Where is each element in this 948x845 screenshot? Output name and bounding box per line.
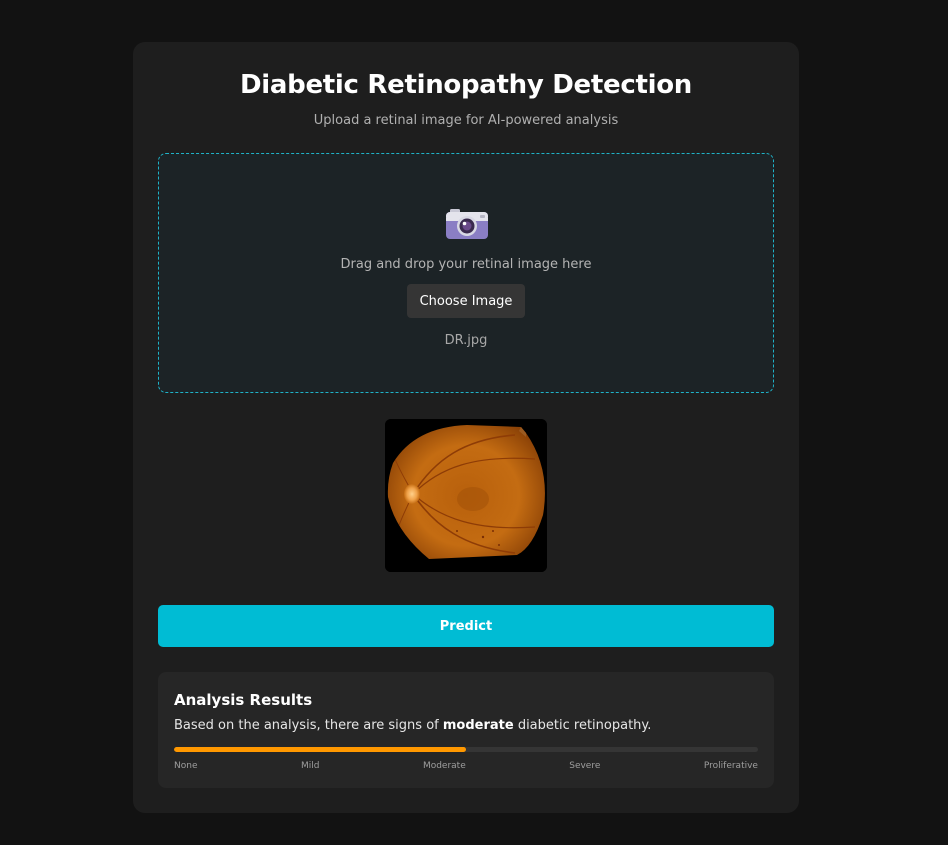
predict-button[interactable]: Predict bbox=[158, 605, 774, 647]
results-summary-prefix: Based on the analysis, there are signs o… bbox=[174, 718, 443, 733]
results-summary: Based on the analysis, there are signs o… bbox=[174, 718, 651, 733]
main-card: Diabetic Retinopathy Detection Upload a … bbox=[133, 42, 799, 813]
selected-filename: DR.jpg bbox=[444, 333, 488, 348]
severity-bar-fill bbox=[174, 747, 466, 752]
retinal-image-preview bbox=[385, 419, 547, 572]
scale-label-moderate: Moderate bbox=[422, 761, 466, 771]
choose-image-button[interactable]: Choose Image bbox=[407, 284, 525, 318]
scale-label-proliferative: Proliferative bbox=[703, 761, 758, 771]
scale-label-mild: Mild bbox=[300, 761, 320, 771]
results-summary-suffix: diabetic retinopathy. bbox=[513, 718, 652, 733]
scale-label-none: None bbox=[174, 761, 198, 771]
dropzone-instruction: Drag and drop your retinal image here bbox=[340, 257, 592, 272]
retinal-fundus-image bbox=[385, 419, 547, 572]
analysis-results-panel: Analysis Results Based on the analysis, … bbox=[158, 672, 774, 788]
results-title: Analysis Results bbox=[174, 691, 313, 709]
page-title: Diabetic Retinopathy Detection bbox=[240, 70, 692, 100]
page-subtitle: Upload a retinal image for AI-powered an… bbox=[313, 113, 619, 128]
severity-label: moderate bbox=[442, 718, 514, 733]
severity-scale: None Mild Moderate Severe Proliferative bbox=[174, 761, 758, 771]
severity-bar bbox=[174, 747, 758, 752]
image-dropzone[interactable]: Drag and drop your retinal image here Ch… bbox=[158, 153, 774, 393]
scale-label-severe: Severe bbox=[569, 761, 601, 771]
camera-icon bbox=[446, 209, 488, 239]
